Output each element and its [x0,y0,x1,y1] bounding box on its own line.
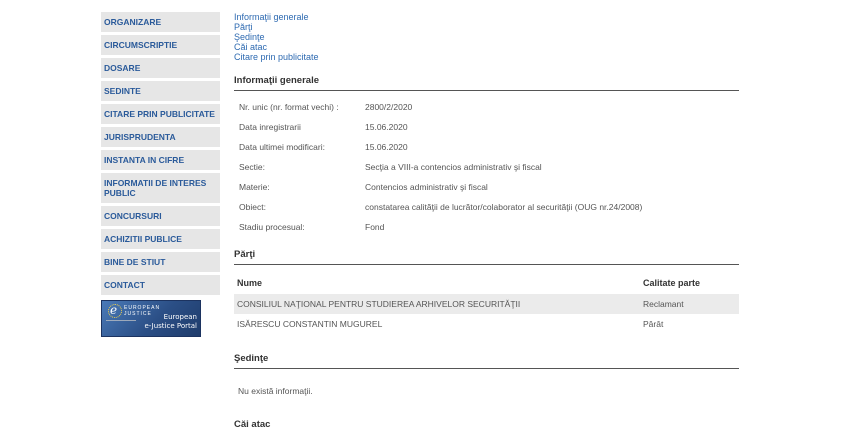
ejustice-portal-banner[interactable]: e EUROPEAN JUSTICE European e-Justice Po… [101,300,201,337]
sidebar-item-citare[interactable]: CITARE PRIN PUBLICITATE [101,104,220,125]
info-label: Sectie: [239,162,265,172]
info-label: Data inregistrarii [239,122,301,132]
info-value: constatarea calităţii de lucrător/colabo… [365,202,643,212]
sedinte-empty-message: Nu există informaţii. [238,386,313,396]
column-header-calitate: Calitate parte [643,278,701,288]
sidebar-item-circumscriptie[interactable]: CIRCUMSCRIPTIE [101,35,220,56]
banner-portal-text: European e-Justice Portal [144,313,197,331]
section-title-informatii: Informaţii generale [234,75,739,91]
sidebar-item-achizitii[interactable]: ACHIZITII PUBLICE [101,229,220,250]
info-value: 15.06.2020 [365,142,408,152]
toc-link-parti[interactable]: Părţi [234,22,739,32]
info-label: Obiect: [239,202,266,212]
party-name: ISĂRESCU CONSTANTIN MUGUREL [237,319,383,329]
column-header-nume: Nume [237,278,263,288]
sidebar-item-contact[interactable]: CONTACT [101,275,220,296]
toc-link-sedinte[interactable]: Şedinţe [234,32,739,42]
info-row: Sectie: Secţia a VIII-a contencios admin… [234,157,739,177]
section-title-sedinte: Şedinţe [234,353,739,369]
info-label: Data ultimei modificari: [239,142,325,152]
sidebar-item-bine-de-stiut[interactable]: BINE DE STIUT [101,252,220,273]
banner-portal-line1: European [163,313,197,321]
info-label: Materie: [239,182,270,192]
toc-link-cai-atac[interactable]: Căi atac [234,42,739,52]
party-name: CONSILIUL NAŢIONAL PENTRU STUDIEREA ARHI… [237,299,521,309]
info-value: Contencios administrativ şi fiscal [365,182,488,192]
info-label: Nr. unic (nr. format vechi) : [239,102,339,112]
party-role: Pârât [643,319,664,329]
sidebar-item-dosare[interactable]: DOSARE [101,58,220,79]
table-of-contents: Informaţii generale Părţi Şedinţe Căi at… [234,12,739,62]
banner-portal-line2: e-Justice Portal [144,322,197,330]
info-row: Nr. unic (nr. format vechi) : 2800/2/202… [234,97,739,117]
info-table: Nr. unic (nr. format vechi) : 2800/2/202… [234,97,739,237]
section-title-cai-atac: Căi atac [234,419,739,432]
toc-link-informatii[interactable]: Informaţii generale [234,12,739,22]
sidebar-item-informatii[interactable]: INFORMATII DE INTERES PUBLIC [101,173,220,204]
info-row: Materie: Contencios administrativ şi fis… [234,177,739,197]
sidebar-item-concursuri[interactable]: CONCURSURI [101,206,220,227]
info-value: Secţia a VIII-a contencios administrativ… [365,162,542,172]
sidebar-nav: ORGANIZARE CIRCUMSCRIPTIE DOSARE SEDINTE… [101,12,220,337]
sidebar-item-jurisprudenta[interactable]: JURISPRUDENTA [101,127,220,148]
parti-table: Nume Calitate parte CONSILIUL NAŢIONAL P… [234,272,739,334]
info-label: Stadiu procesual: [239,222,305,232]
justice-scale-icon [106,320,136,334]
main-content: Informaţii generale Părţi Şedinţe Căi at… [234,12,739,432]
info-row: Stadiu procesual: Fond [234,217,739,237]
info-row: Data inregistrarii 15.06.2020 [234,117,739,137]
e-logo-icon: e [110,303,118,317]
info-value: 15.06.2020 [365,122,408,132]
table-row: ISĂRESCU CONSTANTIN MUGUREL Pârât [234,314,739,334]
section-title-parti: Părţi [234,249,739,265]
info-row: Obiect: constatarea calităţii de lucrăto… [234,197,739,217]
sidebar-item-instanta[interactable]: INSTANTA IN CIFRE [101,150,220,171]
sidebar-item-organizare[interactable]: ORGANIZARE [101,12,220,33]
parti-header-row: Nume Calitate parte [234,272,739,294]
sidebar-item-sedinte[interactable]: SEDINTE [101,81,220,102]
party-role: Reclamant [643,299,684,309]
info-value: 2800/2/2020 [365,102,413,112]
table-row: CONSILIUL NAŢIONAL PENTRU STUDIEREA ARHI… [234,294,739,314]
info-row: Data ultimei modificari: 15.06.2020 [234,137,739,157]
info-value: Fond [365,222,385,232]
toc-link-citare[interactable]: Citare prin publicitate [234,52,739,62]
